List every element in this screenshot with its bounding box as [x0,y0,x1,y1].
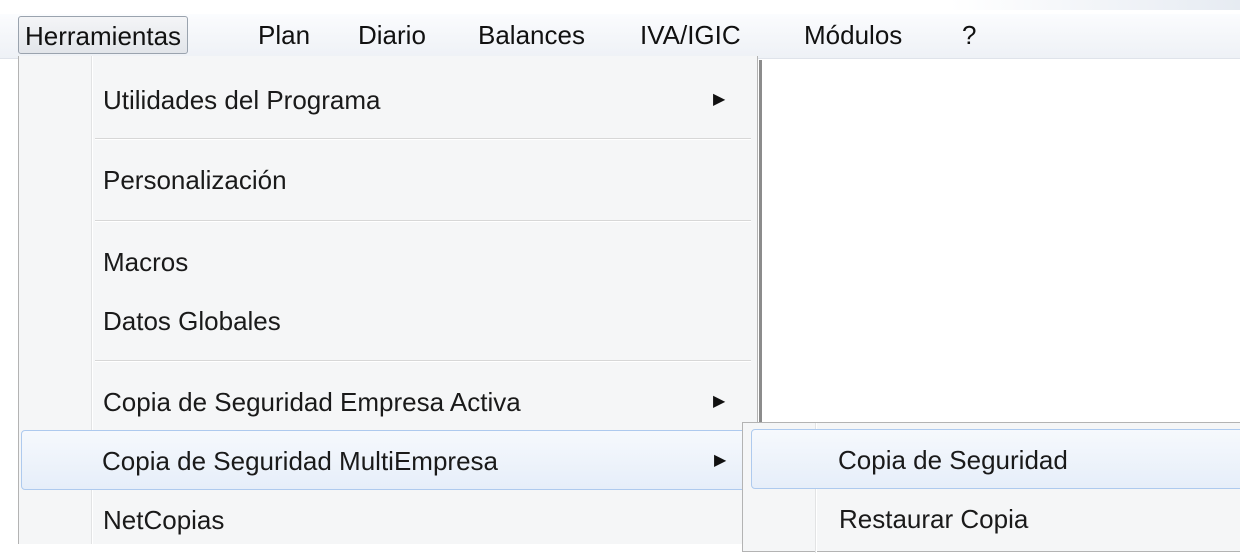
submenu-arrow-icon: ▶ [713,91,726,108]
herramientas-dropdown: Utilidades del Programa ▶ Personalizació… [18,56,762,544]
menu-iva-igic[interactable]: IVA/IGIC [640,16,741,54]
menu-separator [95,220,751,222]
menu-item-label: NetCopias [103,505,225,535]
top-fade [950,0,1240,10]
menu-herramientas[interactable]: Herramientas [18,16,189,54]
menu-item-label: Datos Globales [103,306,281,336]
submenu-item-copia-seguridad[interactable]: Copia de Seguridad [751,429,1240,489]
menu-balances[interactable]: Balances [478,16,585,54]
menu-item-copia-multiempresa[interactable]: Copia de Seguridad MultiEmpresa ▶ [21,430,753,490]
multiempresa-submenu: Copia de Seguridad Restaurar Copia [742,422,1240,553]
menu-separator [95,138,751,140]
menu-item-personalizacion[interactable]: Personalización [21,150,753,210]
menu-item-label: Macros [103,247,189,277]
menu-plan[interactable]: Plan [258,16,310,54]
menu-item-datos-globales[interactable]: Datos Globales [21,291,753,351]
menu-item-label: Utilidades del Programa [103,85,381,115]
submenu-item-label: Restaurar Copia [839,504,1029,534]
menu-item-copia-empresa-activa[interactable]: Copia de Seguridad Empresa Activa ▶ [21,372,753,432]
submenu-item-label: Copia de Seguridad [838,445,1068,475]
menu-item-label: Copia de Seguridad Empresa Activa [103,387,521,417]
menu-modulos[interactable]: Módulos [804,16,902,54]
menu-item-netcopias[interactable]: NetCopias [21,490,753,550]
menu-item-utilidades[interactable]: Utilidades del Programa ▶ [21,70,753,130]
menu-help[interactable]: ? [962,16,976,54]
menu-diario[interactable]: Diario [358,16,426,54]
menu-item-macros[interactable]: Macros [21,232,753,292]
menu-separator [95,360,751,362]
menu-item-label: Personalización [103,165,287,195]
submenu-item-restaurar-copia[interactable]: Restaurar Copia [751,489,1240,549]
menu-bar: Herramientas Plan Diario Balances IVA/IG… [0,14,1240,59]
submenu-arrow-icon: ▶ [713,393,726,410]
window-top-strip [0,0,1240,14]
menu-item-label: Copia de Seguridad MultiEmpresa [102,446,498,476]
submenu-arrow-icon: ▶ [714,452,727,469]
